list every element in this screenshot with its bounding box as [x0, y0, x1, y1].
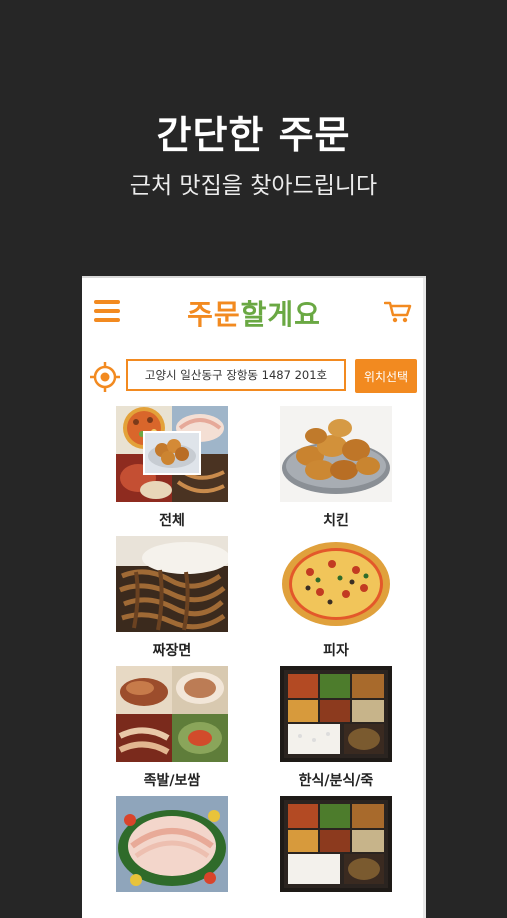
- category-all[interactable]: 전체: [116, 406, 228, 530]
- category-jajangmyeon-image: [116, 536, 228, 632]
- hero-subtitle: 근처 맛집을 찾아드립니다: [129, 173, 378, 199]
- category-korean-snack-porridge[interactable]: 한식/분식/죽: [280, 666, 392, 790]
- category-jajangmyeon[interactable]: 짜장면: [116, 536, 228, 660]
- address-input[interactable]: [126, 359, 346, 391]
- cart-icon[interactable]: [383, 300, 412, 324]
- category-pizza[interactable]: 피자: [280, 536, 392, 660]
- category-korean-snack-porridge-image: [280, 666, 392, 762]
- category-all-image: [116, 406, 228, 502]
- category-korean-lunchbox[interactable]: [280, 796, 392, 900]
- category-label: 족발/보쌈: [143, 773, 201, 789]
- logo-part-orange: 주문: [187, 298, 241, 331]
- category-label: 한식/분식/죽: [298, 773, 374, 789]
- category-jokbal-bossam[interactable]: 족발/보쌈: [116, 666, 228, 790]
- category-pizza-image: [280, 536, 392, 632]
- select-location-button[interactable]: 위치선택: [355, 359, 417, 393]
- category-raw-fish-image: [116, 796, 228, 892]
- category-label: 피자: [323, 643, 349, 659]
- category-label: 짜장면: [152, 643, 192, 659]
- category-label: 치킨: [323, 513, 349, 529]
- category-jokbal-bossam-image: [116, 666, 228, 762]
- app-logo: 주문할게요: [82, 293, 426, 333]
- logo-part-green: 할게요: [240, 298, 321, 331]
- category-raw-fish[interactable]: [116, 796, 228, 900]
- category-chicken-image: [280, 406, 392, 502]
- app-header: 주문할게요: [82, 278, 426, 344]
- locate-icon[interactable]: [89, 361, 121, 393]
- category-label: 전체: [159, 513, 185, 529]
- category-korean-lunchbox-image: [280, 796, 392, 892]
- category-chicken[interactable]: 치킨: [280, 406, 392, 530]
- app-screen: 주문할게요 위치선택: [82, 276, 426, 918]
- address-row: 위치선택: [82, 358, 426, 394]
- hero-title: 간단한 주문: [156, 113, 351, 157]
